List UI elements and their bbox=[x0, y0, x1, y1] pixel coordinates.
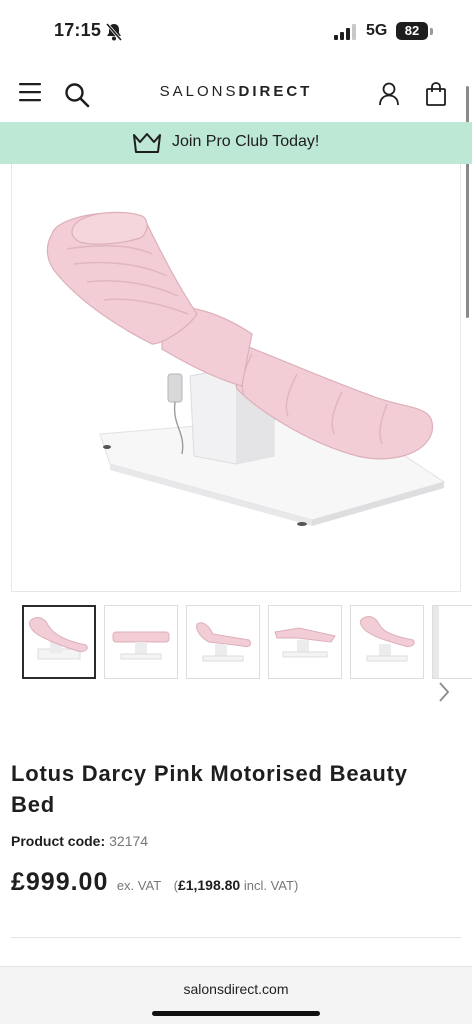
thumbnail-3[interactable] bbox=[186, 605, 260, 679]
product-main-image[interactable] bbox=[11, 164, 461, 592]
inc-vat-amount: £1,198.80 bbox=[177, 877, 241, 893]
promo-text: Join Pro Club Today! bbox=[172, 133, 320, 150]
product-code-value: 32174 bbox=[109, 833, 149, 849]
thumbnail-5[interactable] bbox=[350, 605, 424, 679]
thumbnail-partial[interactable] bbox=[432, 605, 472, 679]
product-code: Product code: 32174 bbox=[11, 833, 148, 849]
bell-off-icon bbox=[105, 23, 123, 41]
scrollbar[interactable] bbox=[466, 86, 469, 318]
divider bbox=[11, 937, 461, 938]
url-text[interactable]: salonsdirect.com bbox=[0, 981, 472, 997]
signal-icon bbox=[334, 24, 356, 40]
logo-text-light: SALONS bbox=[159, 83, 239, 100]
home-indicator[interactable] bbox=[152, 1011, 320, 1016]
thumbnail-2[interactable] bbox=[104, 605, 178, 679]
crown-icon bbox=[133, 133, 161, 153]
status-time: 17:15 bbox=[54, 20, 102, 40]
site-header: SALONSDIRECT bbox=[0, 62, 472, 122]
promo-banner[interactable]: Join Pro Club Today! bbox=[0, 122, 472, 164]
ex-vat-label: ex. VAT bbox=[116, 878, 162, 893]
browser-url-bar[interactable]: salonsdirect.com bbox=[0, 966, 472, 1024]
price-row: £999.00 ex. VAT (£1,198.80 incl. VAT) bbox=[11, 868, 298, 897]
logo-text-bold: DIRECT bbox=[238, 83, 313, 100]
thumbnail-1[interactable] bbox=[22, 605, 96, 679]
product-code-label: Product code: bbox=[11, 833, 106, 849]
site-logo[interactable]: SALONSDIRECT bbox=[0, 83, 472, 100]
bag-icon[interactable] bbox=[425, 82, 447, 106]
network-type: 5G bbox=[366, 22, 388, 39]
battery-icon: 82 bbox=[396, 22, 428, 40]
status-bar: 17:15 5G 82 bbox=[0, 0, 472, 62]
account-icon[interactable] bbox=[378, 82, 400, 106]
thumbnail-4[interactable] bbox=[268, 605, 342, 679]
price-ex-vat: £999.00 bbox=[11, 868, 109, 896]
price-inc-vat: (£1,198.80 incl. VAT) bbox=[174, 877, 299, 893]
inc-vat-label: incl. VAT) bbox=[243, 878, 299, 893]
thumbnail-strip bbox=[0, 605, 472, 679]
battery-tip bbox=[430, 28, 433, 35]
product-title: Lotus Darcy Pink Motorised Beauty Bed bbox=[11, 761, 408, 817]
chevron-right-icon[interactable] bbox=[436, 680, 452, 704]
